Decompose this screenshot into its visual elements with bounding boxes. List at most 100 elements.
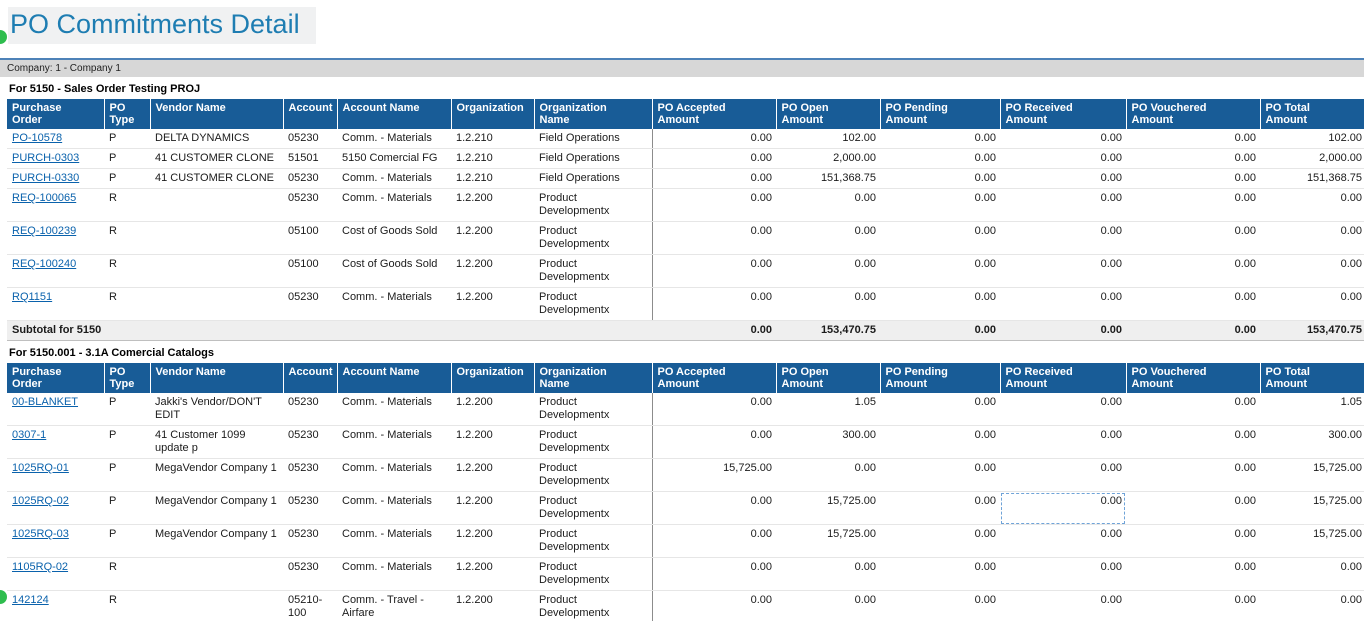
amount-cell[interactable]: 0.00 — [776, 255, 880, 288]
amount-cell[interactable]: 0.00 — [1000, 255, 1126, 288]
amount-cell[interactable]: 0.00 — [1126, 591, 1260, 621]
amount-cell[interactable]: 0.00 — [776, 222, 880, 255]
po-link[interactable]: PURCH-0330 — [12, 172, 79, 184]
amount-cell[interactable]: 15,725.00 — [1260, 525, 1364, 558]
amount-cell[interactable]: 0.00 — [880, 149, 1000, 169]
amount-cell[interactable]: 0.00 — [880, 393, 1000, 426]
amount-cell[interactable]: 0.00 — [652, 255, 776, 288]
amount-cell[interactable]: 15,725.00 — [776, 492, 880, 525]
amount-cell[interactable]: 0.00 — [880, 169, 1000, 189]
amount-cell[interactable]: 102.00 — [776, 129, 880, 149]
amount-cell[interactable]: 102.00 — [1260, 129, 1364, 149]
amount-cell[interactable]: 0.00 — [880, 492, 1000, 525]
po-link[interactable]: PURCH-0303 — [12, 152, 79, 164]
amount-cell[interactable]: 1.05 — [776, 393, 880, 426]
amount-cell[interactable]: 0.00 — [1260, 189, 1364, 222]
amount-cell[interactable]: 15,725.00 — [1260, 492, 1364, 525]
amount-cell[interactable]: 0.00 — [1000, 149, 1126, 169]
amount-cell[interactable]: 0.00 — [652, 591, 776, 621]
amount-cell[interactable]: 15,725.00 — [652, 459, 776, 492]
amount-cell[interactable]: 0.00 — [1000, 492, 1126, 525]
po-link[interactable]: RQ1151 — [12, 291, 52, 303]
amount-cell[interactable]: 300.00 — [1260, 426, 1364, 459]
amount-cell[interactable]: 0.00 — [652, 525, 776, 558]
po-type-cell: R — [104, 591, 150, 621]
amount-cell[interactable]: 0.00 — [776, 189, 880, 222]
po-link[interactable]: 0307-1 — [12, 429, 46, 441]
amount-cell[interactable]: 0.00 — [1126, 558, 1260, 591]
amount-cell[interactable]: 0.00 — [1126, 459, 1260, 492]
amount-cell[interactable]: 0.00 — [652, 222, 776, 255]
amount-cell[interactable]: 0.00 — [1126, 169, 1260, 189]
amount-cell[interactable]: 0.00 — [1126, 525, 1260, 558]
amount-cell[interactable]: 0.00 — [1126, 288, 1260, 321]
amount-cell[interactable]: 0.00 — [1260, 288, 1364, 321]
amount-cell[interactable]: 2,000.00 — [1260, 149, 1364, 169]
amount-cell[interactable]: 0.00 — [880, 222, 1000, 255]
amount-cell[interactable]: 0.00 — [1000, 189, 1126, 222]
po-link[interactable]: REQ-100239 — [12, 225, 76, 237]
amount-cell[interactable]: 0.00 — [880, 288, 1000, 321]
amount-cell[interactable]: 0.00 — [652, 393, 776, 426]
amount-cell[interactable]: 0.00 — [1260, 558, 1364, 591]
amount-cell[interactable]: 0.00 — [880, 129, 1000, 149]
amount-cell[interactable]: 0.00 — [1126, 393, 1260, 426]
amount-cell[interactable]: 300.00 — [776, 426, 880, 459]
amount-cell[interactable]: 0.00 — [1000, 426, 1126, 459]
amount-cell[interactable]: 0.00 — [1000, 591, 1126, 621]
amount-cell[interactable]: 1.05 — [1260, 393, 1364, 426]
amount-cell[interactable]: 0.00 — [1260, 591, 1364, 621]
amount-cell[interactable]: 0.00 — [652, 288, 776, 321]
amount-cell[interactable]: 0.00 — [652, 169, 776, 189]
amount-cell[interactable]: 15,725.00 — [776, 525, 880, 558]
amount-cell[interactable]: 0.00 — [880, 189, 1000, 222]
amount-cell[interactable]: 0.00 — [880, 255, 1000, 288]
amount-cell[interactable]: 0.00 — [1126, 426, 1260, 459]
amount-cell[interactable]: 0.00 — [1000, 558, 1126, 591]
amount-cell[interactable]: 2,000.00 — [776, 149, 880, 169]
amount-cell[interactable]: 0.00 — [1000, 129, 1126, 149]
amount-cell[interactable]: 0.00 — [652, 189, 776, 222]
amount-cell[interactable]: 0.00 — [1126, 149, 1260, 169]
po-link[interactable]: REQ-100065 — [12, 192, 76, 204]
amount-cell[interactable]: 0.00 — [652, 149, 776, 169]
amount-cell[interactable]: 0.00 — [1126, 129, 1260, 149]
amount-cell[interactable]: 0.00 — [1000, 169, 1126, 189]
po-link[interactable]: REQ-100240 — [12, 258, 76, 270]
po-link[interactable]: 1025RQ-01 — [12, 462, 69, 474]
amount-cell[interactable]: 0.00 — [652, 492, 776, 525]
po-link[interactable]: 142124 — [12, 594, 49, 606]
amount-cell[interactable]: 0.00 — [1000, 393, 1126, 426]
amount-cell[interactable]: 0.00 — [652, 426, 776, 459]
po-link[interactable]: 1025RQ-03 — [12, 528, 69, 540]
amount-cell[interactable]: 0.00 — [1000, 459, 1126, 492]
amount-cell[interactable]: 0.00 — [1126, 189, 1260, 222]
amount-cell[interactable]: 15,725.00 — [1260, 459, 1364, 492]
company-bar: Company: 1 - Company 1 — [0, 58, 1364, 77]
amount-cell[interactable]: 0.00 — [1126, 492, 1260, 525]
amount-cell[interactable]: 0.00 — [1000, 222, 1126, 255]
amount-cell[interactable]: 0.00 — [652, 129, 776, 149]
po-link[interactable]: PO-10578 — [12, 132, 62, 144]
amount-cell[interactable]: 0.00 — [776, 558, 880, 591]
amount-cell[interactable]: 0.00 — [776, 288, 880, 321]
amount-cell[interactable]: 0.00 — [776, 459, 880, 492]
amount-cell[interactable]: 0.00 — [1260, 255, 1364, 288]
amount-cell[interactable]: 0.00 — [1000, 288, 1126, 321]
amount-cell[interactable]: 0.00 — [776, 591, 880, 621]
amount-cell[interactable]: 151,368.75 — [1260, 169, 1364, 189]
po-link[interactable]: 00-BLANKET — [12, 396, 78, 408]
amount-cell[interactable]: 0.00 — [1260, 222, 1364, 255]
po-link[interactable]: 1105RQ-02 — [12, 561, 68, 573]
amount-cell[interactable]: 0.00 — [880, 426, 1000, 459]
amount-cell[interactable]: 0.00 — [880, 558, 1000, 591]
amount-cell[interactable]: 0.00 — [1126, 222, 1260, 255]
po-link[interactable]: 1025RQ-02 — [12, 495, 69, 507]
amount-cell[interactable]: 0.00 — [1126, 255, 1260, 288]
amount-cell[interactable]: 0.00 — [880, 591, 1000, 621]
amount-cell[interactable]: 151,368.75 — [776, 169, 880, 189]
amount-cell[interactable]: 0.00 — [652, 558, 776, 591]
amount-cell[interactable]: 0.00 — [1000, 525, 1126, 558]
amount-cell[interactable]: 0.00 — [880, 525, 1000, 558]
amount-cell[interactable]: 0.00 — [880, 459, 1000, 492]
